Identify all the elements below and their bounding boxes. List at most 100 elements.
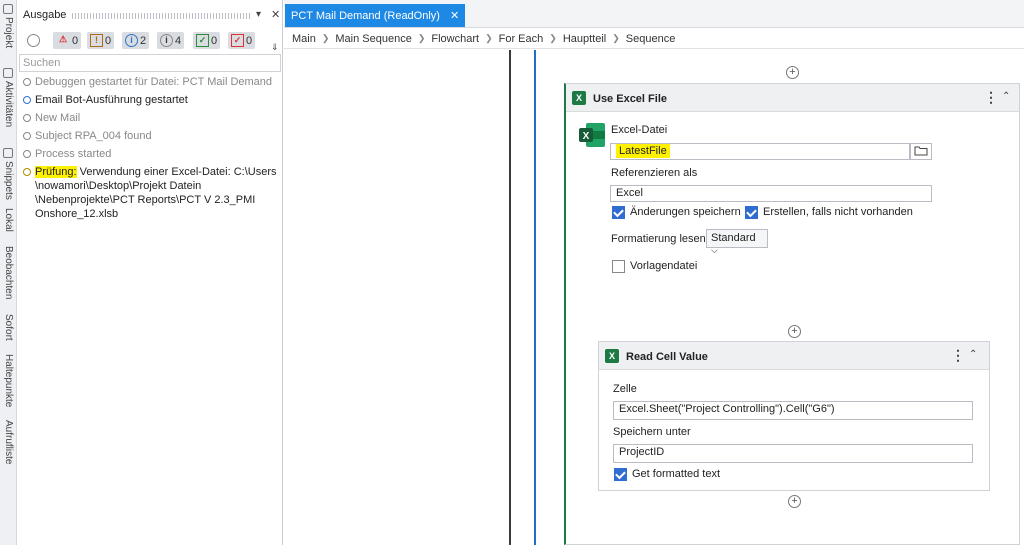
side-tab-strip: Projekt Aktivitäten Snippets Lokal Beoba… [0,0,17,545]
timestamp-toggle[interactable] [27,32,42,49]
read-formatting-label: Formatierung lesen [611,233,706,245]
excel-file-value: LatestFile [616,144,670,158]
log-level-icon [23,114,31,122]
collapse-icon[interactable]: ⌃ [969,349,977,360]
output-panel-header: Ausgabe ▾ ✕ [17,6,283,24]
add-activity-icon[interactable]: + [788,325,801,338]
filter-errors[interactable]: ⚠ 0 [53,32,82,49]
activity-header: X Use Excel File ⋮ ⌃ [566,84,1019,112]
formatted-text-label: Get formatted text [632,468,721,480]
info-icon [23,96,31,104]
sidebar-tab-watch[interactable]: Beobachten [0,246,17,310]
sidebar-tab-local[interactable]: Lokal [0,208,17,240]
log-entry: Subject RPA_004 found [21,129,279,143]
breadcrumb-item[interactable]: Main Sequence [335,33,411,45]
breadcrumb-item[interactable]: For Each [499,33,544,45]
breadcrumb: Main ❯ Main Sequence ❯ Flowchart ❯ For Each… [284,29,1024,49]
log-level-icon [23,78,31,86]
excel-file-input[interactable]: LatestFile [610,143,910,160]
output-panel-title: Ausgabe [23,9,67,21]
filter-trace[interactable]: i 4 [157,32,185,49]
log-level-icon [23,150,31,158]
save-to-label: Speichern unter [613,426,691,438]
sidebar-tab-label: Sofort [3,314,14,341]
output-filter-bar: ⚠ 0 ! 0 i 2 i 4 ✓ 0 ✓ 0 [17,30,283,52]
workflow-designer: PCT Mail Demand (ReadOnly) ✕ Main ❯ Main … [284,0,1024,545]
excel-large-icon: X [579,123,605,147]
select-value: Standard [711,232,756,244]
more-options-icon[interactable]: ⋮ [951,347,965,364]
read-formatting-select[interactable]: Standard ⌵ [706,229,768,255]
breadcrumb-item[interactable]: Sequence [626,33,676,45]
project-icon [3,4,13,14]
folder-icon [914,146,928,156]
breadcrumb-item[interactable]: Main [292,33,316,45]
formatted-text-checkbox[interactable] [614,468,627,481]
create-if-missing-checkbox[interactable] [745,206,758,219]
log-text: Email Bot-Ausführung gestartet [35,94,188,106]
drag-handle[interactable] [72,13,252,19]
sidebar-tab-label: Projekt [3,17,14,49]
read-cell-value-activity[interactable]: X Read Cell Value ⋮ ⌃ Zelle Excel.Sheet(… [598,341,990,491]
warning-icon: ! [90,34,103,47]
filter-count: 0 [211,34,218,47]
template-file-label: Vorlagendatei [630,260,698,272]
filter-count: 4 [175,34,182,47]
sidebar-tab-label: Aktivitäten [3,81,14,128]
designer-canvas: + X Use Excel File ⋮ ⌃ X Excel-Datei Lat… [284,50,1024,545]
verbose-icon: ✓ [196,34,209,47]
template-file-checkbox[interactable] [612,260,625,273]
chevron-down-icon[interactable]: ⇓ [271,42,279,53]
sidebar-tab-immediate[interactable]: Sofort [0,314,17,350]
sidebar-tab-activities[interactable]: Aktivitäten [0,68,17,140]
filter-warnings[interactable]: ! 0 [87,32,115,49]
sidebar-tab-breakpoints[interactable]: Haltepunkte [0,354,17,416]
add-activity-icon[interactable]: + [788,495,801,508]
log-entry: Email Bot-Ausführung gestartet [21,93,279,107]
add-activity-icon[interactable]: + [786,66,799,79]
log-level-icon [23,132,31,140]
filter-count: 0 [72,34,79,47]
filter-info[interactable]: i 2 [122,32,150,49]
clock-icon [27,34,40,47]
save-to-input[interactable]: ProjectID [613,444,973,463]
tab-label: PCT Mail Demand (ReadOnly) [291,9,440,22]
activity-title: Use Excel File [593,93,667,105]
log-text: New Mail [35,112,81,124]
tab-pct-mail-demand[interactable]: PCT Mail Demand (ReadOnly) ✕ [285,4,466,27]
search-input[interactable]: Suchen [19,54,281,72]
output-log-list: Debuggen gestartet für Datei: PCT Mail D… [21,75,279,225]
sequence-border [509,50,511,545]
filter-verbose[interactable]: ✓ 0 [193,32,221,49]
use-excel-file-activity[interactable]: X Use Excel File ⋮ ⌃ X Excel-Datei Lates… [564,83,1020,545]
critical-icon: ✓ [231,34,244,47]
chevron-right-icon: ❯ [417,33,426,43]
save-changes-checkbox[interactable] [612,206,625,219]
close-icon[interactable]: ✕ [450,9,459,22]
sidebar-tab-projekt[interactable]: Projekt [0,4,17,52]
warning-prefix: Prüfung: [35,166,77,178]
save-changes-label: Änderungen speichern [630,206,741,218]
info-icon: i [125,34,138,47]
chevron-down-icon: ⌵ [711,245,718,255]
collapse-icon[interactable]: ⌃ [1002,91,1010,102]
filter-count: 0 [246,34,253,47]
sidebar-tab-callstack[interactable]: Aufrufliste [0,420,17,480]
more-options-icon[interactable]: ⋮ [984,89,998,106]
selected-sequence-border [534,50,536,545]
warning-icon [23,168,31,176]
breadcrumb-item[interactable]: Hauptteil [563,33,606,45]
browse-folder-button[interactable] [910,143,932,160]
filter-critical[interactable]: ✓ 0 [228,32,256,49]
sidebar-tab-snippets[interactable]: Snippets [0,148,17,204]
create-if-missing-label: Erstellen, falls nicht vorhanden [763,206,913,218]
chevron-right-icon: ❯ [612,33,620,43]
log-text: Process started [35,148,112,160]
trace-icon: i [160,34,173,47]
pin-icon[interactable]: ▾ [256,9,261,20]
cell-input[interactable]: Excel.Sheet("Project Controlling").Cell(… [613,401,973,420]
reference-as-input[interactable]: Excel [610,185,932,202]
close-icon[interactable]: ✕ [271,8,280,21]
breadcrumb-item[interactable]: Flowchart [431,33,479,45]
sidebar-tab-label: Lokal [3,208,14,232]
